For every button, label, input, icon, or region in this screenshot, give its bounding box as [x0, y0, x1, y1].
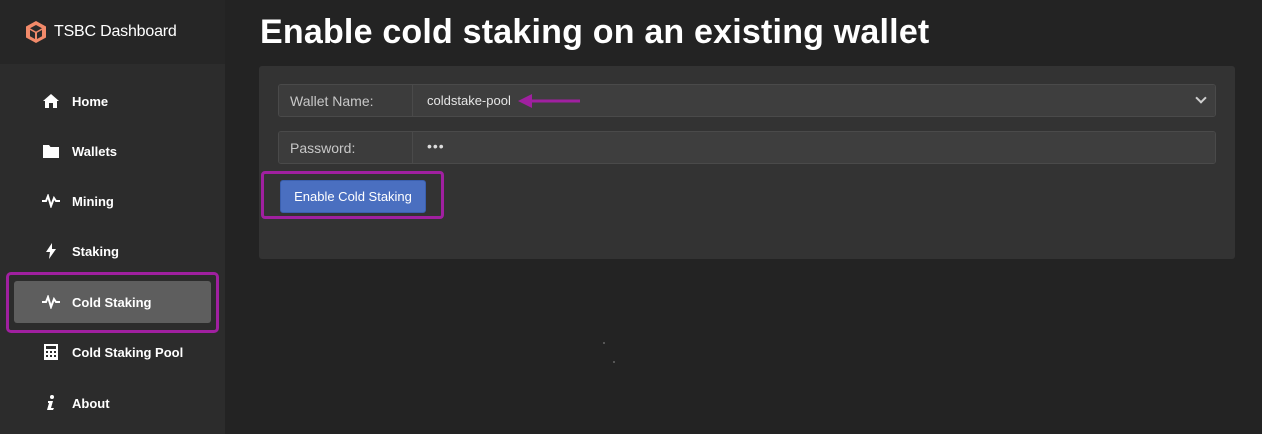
hexagon-box-icon	[24, 20, 48, 44]
home-icon	[42, 92, 60, 110]
password-label: Password:	[279, 132, 413, 163]
sidebar-item-label: Cold Staking Pool	[72, 344, 184, 360]
enable-cold-staking-button[interactable]: Enable Cold Staking	[280, 180, 426, 213]
password-input[interactable]: •••	[413, 132, 1215, 163]
pixel-speck	[603, 342, 605, 344]
wallet-name-label: Wallet Name:	[279, 85, 413, 116]
pulse-icon	[42, 192, 60, 210]
sidebar-item-label: Cold Staking	[72, 294, 152, 310]
pulse-icon	[42, 293, 60, 311]
wallet-name-value: coldstake-pool	[427, 93, 511, 108]
wallet-name-field: Wallet Name: coldstake-pool	[278, 84, 1216, 117]
sidebar-item-label: Wallets	[72, 143, 118, 159]
annotation-highlight-box: Enable Cold Staking	[261, 171, 444, 219]
cold-staking-form-panel: Wallet Name: coldstake-pool Password: ••…	[259, 66, 1235, 259]
sidebar-item-home[interactable]: Home	[14, 80, 211, 122]
info-icon	[42, 394, 60, 412]
password-field: Password: •••	[278, 131, 1216, 164]
sidebar-item-label: Staking	[72, 243, 119, 259]
brand-header[interactable]: TSBC Dashboard	[0, 0, 225, 64]
folder-icon	[42, 142, 60, 160]
chevron-down-icon	[1195, 92, 1207, 104]
sidebar-item-cold-staking[interactable]: Cold Staking	[14, 281, 211, 323]
sidebar-item-label: Home	[72, 93, 109, 109]
annotation-arrow-icon	[518, 94, 580, 108]
page-title: Enable cold staking on an existing walle…	[260, 13, 930, 51]
sidebar-item-staking[interactable]: Staking	[14, 230, 211, 272]
sidebar-item-about[interactable]: About	[14, 382, 211, 424]
sidebar-item-wallets[interactable]: Wallets	[14, 130, 211, 172]
sidebar-item-label: About	[72, 395, 110, 411]
calculator-icon	[42, 343, 60, 361]
brand-title: TSBC Dashboard	[54, 23, 177, 40]
sidebar-item-cold-staking-pool[interactable]: Cold Staking Pool	[14, 331, 211, 373]
pixel-speck	[613, 361, 615, 363]
bolt-icon	[42, 242, 60, 260]
sidebar-item-mining[interactable]: Mining	[14, 180, 211, 222]
sidebar-item-label: Mining	[72, 193, 114, 209]
sidebar: TSBC Dashboard Home Wallets Mining Staki…	[0, 0, 225, 434]
password-value: •••	[427, 137, 445, 154]
